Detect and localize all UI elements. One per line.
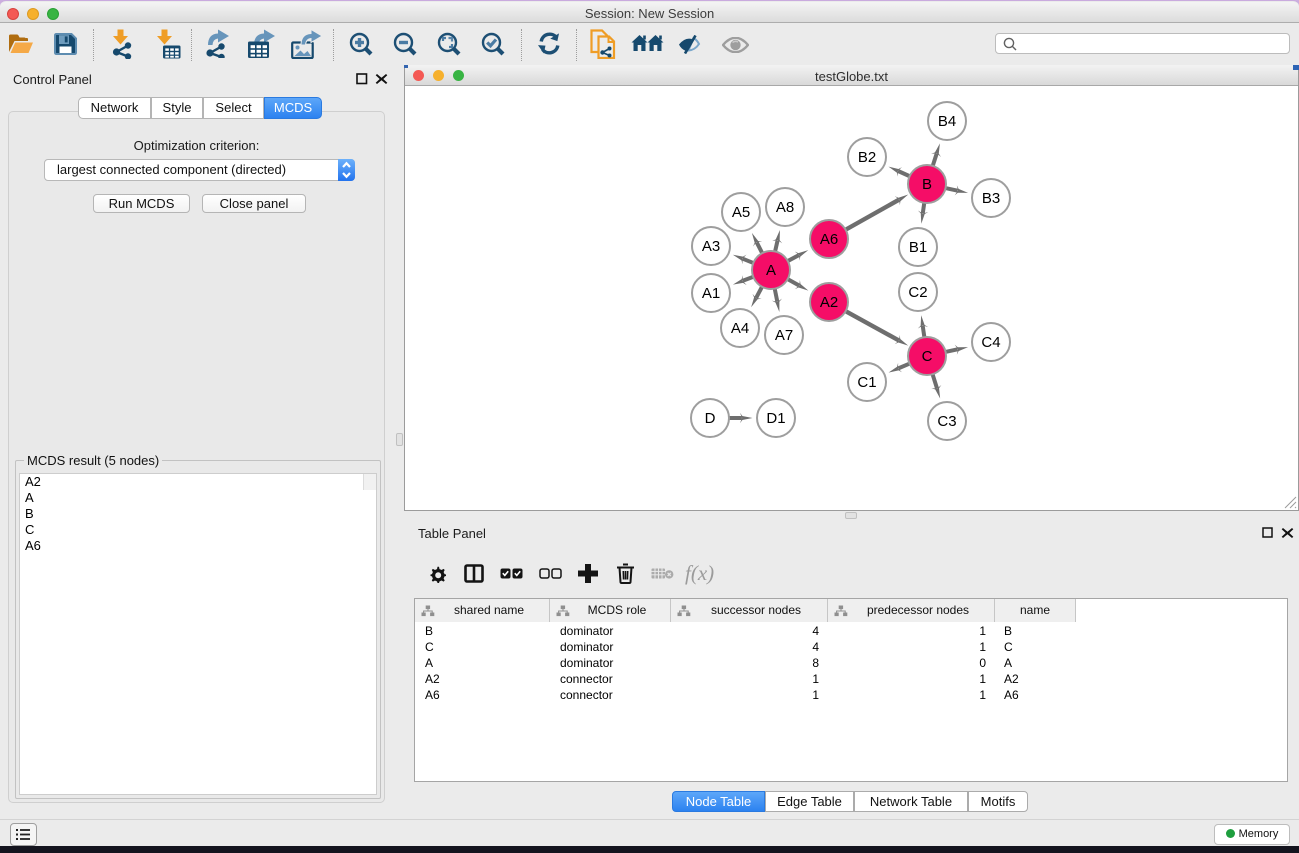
svg-text:A3: A3: [702, 238, 720, 255]
svg-text:A: A: [766, 262, 776, 279]
svg-text:A4: A4: [731, 320, 749, 337]
svg-text:A8: A8: [776, 199, 794, 216]
svg-text:A5: A5: [732, 204, 750, 221]
svg-text:C4: C4: [981, 334, 1000, 351]
svg-text:A2: A2: [820, 294, 838, 311]
svg-text:C1: C1: [857, 374, 876, 391]
svg-text:A6: A6: [820, 231, 838, 248]
svg-text:B1: B1: [909, 239, 927, 256]
svg-text:B: B: [922, 176, 932, 193]
svg-text:D1: D1: [766, 410, 785, 427]
svg-text:C: C: [922, 348, 933, 365]
svg-text:C3: C3: [937, 413, 956, 430]
svg-text:B4: B4: [938, 113, 956, 130]
svg-text:B2: B2: [858, 149, 876, 166]
svg-text:D: D: [705, 410, 716, 427]
svg-text:C2: C2: [908, 284, 927, 301]
svg-text:B3: B3: [982, 190, 1000, 207]
svg-text:A1: A1: [702, 285, 720, 302]
svg-text:A7: A7: [775, 327, 793, 344]
